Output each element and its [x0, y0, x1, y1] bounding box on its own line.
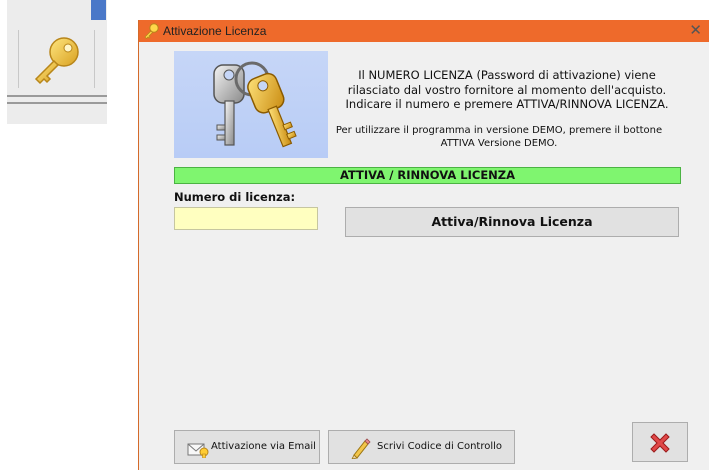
toolbar-separator	[7, 102, 107, 104]
key-icon[interactable]	[30, 36, 82, 88]
toolbar-separator	[7, 95, 107, 97]
background-window-corner	[91, 0, 106, 20]
toolbar-divider	[94, 30, 95, 88]
email-activation-button[interactable]: Attivazione via Email	[174, 430, 320, 464]
window-title: Attivazione Licenza	[163, 24, 267, 38]
demo-info-text: Per utilizzare il programma in versione …	[335, 125, 663, 149]
keys-illustration	[174, 51, 328, 158]
activate-renew-button[interactable]: Attiva/Rinnova Licenza	[345, 207, 679, 237]
envelope-icon	[187, 440, 209, 459]
license-number-input[interactable]	[174, 207, 318, 230]
pencil-icon	[350, 437, 372, 460]
write-control-code-button[interactable]: Scrivi Codice di Controllo	[328, 430, 515, 464]
toolbar-divider	[18, 30, 19, 88]
activate-renew-banner[interactable]: ATTIVA / RINNOVA LICENZA	[174, 167, 681, 184]
license-activation-dialog: Attivazione Licenza ✕ Il NUMERO LICENZA …	[138, 20, 709, 470]
title-bar[interactable]: Attivazione Licenza ✕	[139, 20, 709, 42]
red-x-icon	[648, 431, 672, 455]
key-icon	[144, 23, 160, 40]
close-button[interactable]	[632, 422, 688, 462]
license-info-text: Il NUMERO LICENZA (Password di attivazio…	[345, 68, 669, 111]
close-icon[interactable]: ✕	[689, 21, 702, 39]
email-activation-label: Attivazione via Email	[211, 441, 316, 452]
write-control-code-label: Scrivi Codice di Controllo	[377, 441, 503, 452]
license-number-label: Numero di licenza:	[174, 190, 296, 204]
